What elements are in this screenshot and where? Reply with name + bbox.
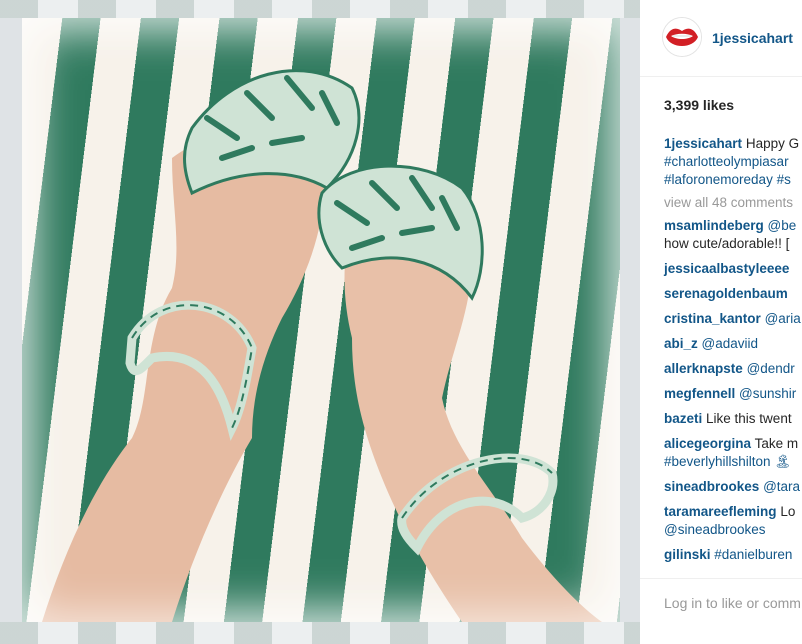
- comment-username[interactable]: megfennell: [664, 386, 735, 401]
- comments-list: 1jessicahart Happy G #charlotteolympiasa…: [664, 135, 802, 564]
- photo-top-strip: [0, 0, 640, 18]
- post-photo[interactable]: [22, 18, 620, 622]
- comment-item: serenagoldenbaum: [664, 285, 802, 303]
- comment-text[interactable]: @tara: [763, 479, 800, 494]
- comment-username[interactable]: bazeti: [664, 411, 702, 426]
- sandals-illustration: [42, 69, 602, 622]
- comment-text[interactable]: @dendr: [747, 361, 795, 376]
- caption-hashtag[interactable]: #charlotteolympiasar: [664, 154, 789, 169]
- comment-text: Like this twent: [706, 411, 792, 426]
- comment-hashtag[interactable]: #danielburen: [714, 547, 792, 562]
- comment-text[interactable]: @aria: [765, 311, 801, 326]
- comment-text[interactable]: @sunshir: [739, 386, 796, 401]
- comment-hashtag[interactable]: #beverlyhillshilton 🏝: [664, 454, 791, 469]
- caption-hashtag[interactable]: #laforonemoreday: [664, 172, 773, 187]
- likes-count[interactable]: 3,399 likes: [664, 97, 734, 113]
- comment-item: cristina_kantor @aria: [664, 310, 802, 328]
- comment-item: jessicaalbastyleeee: [664, 260, 802, 278]
- caption-hashtag[interactable]: #s: [777, 172, 791, 187]
- comment-username[interactable]: jessicaalbastyleeee: [664, 261, 789, 276]
- comment-item: taramareefleming Lo @sineadbrookes: [664, 503, 802, 539]
- comment-text: Lo: [780, 504, 796, 519]
- comment-text: Take m: [754, 436, 799, 451]
- comment-username[interactable]: cristina_kantor: [664, 311, 761, 326]
- comment-text[interactable]: @adaviid: [702, 336, 759, 351]
- comment-item: abi_z @adaviid: [664, 335, 802, 353]
- caption: 1jessicahart Happy G #charlotteolympiasa…: [664, 135, 802, 189]
- caption-username[interactable]: 1jessicahart: [664, 136, 742, 151]
- comment-username[interactable]: msamlindeberg: [664, 218, 764, 233]
- comment-mention[interactable]: @sineadbrookes: [664, 522, 766, 537]
- comment-text[interactable]: @be: [768, 218, 797, 233]
- comment-item: gilinski #danielburen: [664, 546, 802, 564]
- comment-username[interactable]: taramareefleming: [664, 504, 777, 519]
- comment-item: allerknapste @dendr: [664, 360, 802, 378]
- comment-text-line2: how cute/adorable!! [: [664, 236, 790, 251]
- post-username[interactable]: 1jessicahart: [712, 30, 793, 46]
- comment-item: megfennell @sunshir: [664, 385, 802, 403]
- avatar[interactable]: [662, 17, 702, 57]
- caption-text: Happy G: [745, 136, 800, 151]
- post-header: 1jessicahart: [640, 0, 802, 77]
- comment-username[interactable]: sineadbrookes: [664, 479, 759, 494]
- login-prompt[interactable]: Log in to like or comm: [664, 595, 801, 611]
- comment-username[interactable]: abi_z: [664, 336, 698, 351]
- red-lips-avatar-icon: [663, 18, 701, 56]
- comment-item: bazeti Like this twent: [664, 410, 802, 428]
- photo-bottom-strip: [0, 622, 640, 644]
- comment-item: sineadbrookes @tara: [664, 478, 802, 496]
- left-sandal-toe-strap: [183, 69, 361, 196]
- comment-username[interactable]: gilinski: [664, 547, 711, 562]
- left-leg: [42, 129, 325, 622]
- comment-item: alicegeorgina Take m #beverlyhillshilton…: [664, 435, 802, 471]
- view-all-comments-link[interactable]: view all 48 comments: [664, 194, 802, 212]
- comment-username[interactable]: allerknapste: [664, 361, 743, 376]
- comment-username[interactable]: alicegeorgina: [664, 436, 751, 451]
- post-sidebar: 1jessicahart 3,399 likes 1jessicahart Ha…: [640, 0, 802, 644]
- sidebar-divider: [640, 578, 802, 579]
- comment-item: msamlindeberg @be how cute/adorable!! [: [664, 217, 802, 253]
- post-photo-pane: [0, 0, 640, 644]
- comment-username[interactable]: serenagoldenbaum: [664, 286, 788, 301]
